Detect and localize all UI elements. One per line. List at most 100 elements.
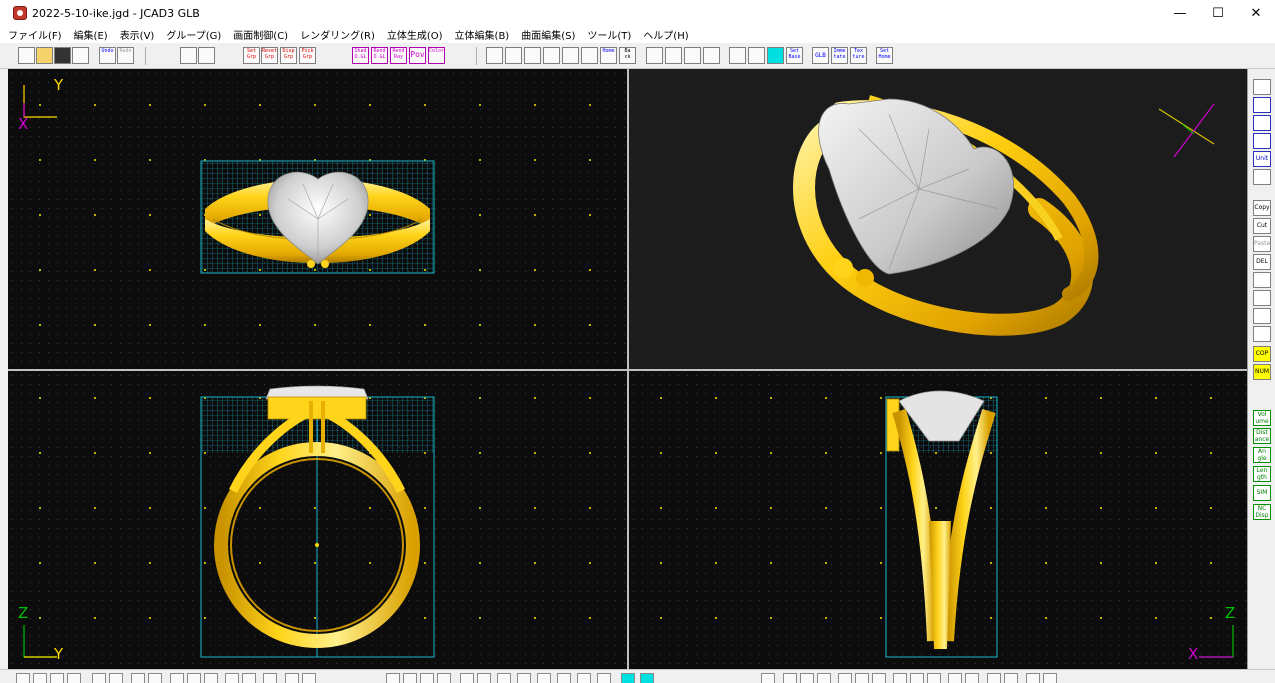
cut-button[interactable]: Cut [1253,218,1271,234]
tool-icon[interactable] [1026,673,1040,683]
tool-icon[interactable] [285,673,299,683]
immediate-button[interactable]: Imme tate [831,47,848,64]
menu-surface-edit[interactable]: 曲面編集(S) [521,27,575,42]
paint-icon[interactable] [1253,290,1271,306]
calendar-grid-icon[interactable] [1253,272,1271,288]
delete-button[interactable]: DEL [1253,254,1271,270]
zoom-out-icon[interactable] [505,47,522,64]
close-button[interactable]: ✕ [1237,0,1275,26]
rotate-3d-icon[interactable] [1253,133,1271,149]
tool-icon[interactable] [225,673,239,683]
nc-display-button[interactable]: NC Disp [1253,504,1271,520]
tool-icon[interactable] [187,673,201,683]
tool-icon[interactable] [838,673,852,683]
tool-icon-active[interactable] [640,673,654,683]
pov-button[interactable]: Pov [409,47,426,64]
tool-icon[interactable] [242,673,256,683]
viewport-perspective[interactable] [629,69,1247,369]
tool-icon[interactable] [386,673,400,683]
tool-icon[interactable] [67,673,81,683]
new-file-icon[interactable] [18,47,35,64]
tool-icon[interactable] [50,673,64,683]
tool-icon[interactable] [517,673,531,683]
tool-icon[interactable] [148,673,162,683]
tool-icon[interactable] [1004,673,1018,683]
tool-icon[interactable] [420,673,434,683]
sim-button[interactable]: SIM [1253,485,1271,501]
grid-active-icon[interactable] [767,47,784,64]
menu-tools[interactable]: ツール(T) [587,27,631,42]
set-group-button[interactable]: Set Grp [243,47,260,64]
zoom-in-icon[interactable] [486,47,503,64]
unit-button[interactable]: Unit [1253,151,1271,167]
tool-icon[interactable] [302,673,316,683]
menu-rendering[interactable]: レンダリング(R) [300,27,375,42]
render-sphere-icon[interactable] [1253,79,1271,95]
length-button[interactable]: Len gth [1253,466,1271,482]
back-view-button[interactable]: Ba ck [619,47,636,64]
tool-icon[interactable] [872,673,886,683]
tool-icon[interactable] [497,673,511,683]
tool-icon[interactable] [761,673,775,683]
tool-icon[interactable] [204,673,218,683]
tool-icon[interactable] [460,673,474,683]
menu-group[interactable]: グループ(G) [166,27,221,42]
tool-icon[interactable] [131,673,145,683]
undo-button[interactable]: Undo [99,47,116,64]
menu-edit[interactable]: 編集(E) [74,27,108,42]
layer-grid-icon[interactable] [180,47,197,64]
volume-button[interactable]: Vol ume [1253,410,1271,426]
pan-hand-icon[interactable] [581,47,598,64]
tool-icon[interactable] [170,673,184,683]
cop-button[interactable]: COP [1253,346,1271,362]
tool-icon[interactable] [948,673,962,683]
home-view-button[interactable]: Home [600,47,617,64]
menu-solid-create[interactable]: 立体生成(O) [387,27,443,42]
tool-icon[interactable] [437,673,451,683]
print-icon[interactable] [72,47,89,64]
set-base-button[interactable]: Set Base [786,47,803,64]
tool-icon[interactable] [597,673,611,683]
tool-icon[interactable] [893,673,907,683]
set-home-button[interactable]: Set Home [876,47,893,64]
texture-button[interactable]: Tex ture [850,47,867,64]
copy-button[interactable]: Copy [1253,200,1271,216]
tool-icon[interactable] [16,673,30,683]
tool-icon[interactable] [927,673,941,683]
tool-icon[interactable] [910,673,924,683]
tool-icon[interactable] [92,673,106,683]
rotate-view-icon[interactable] [1253,115,1271,131]
zoom-minus-red-icon[interactable] [665,47,682,64]
minimize-button[interactable]: — [1161,0,1199,26]
paste-button[interactable]: Paste [1253,236,1271,252]
display-group-button[interactable]: Disp Grp [280,47,297,64]
tool-icon[interactable] [965,673,979,683]
reset-group-button[interactable]: Reset Grp [261,47,278,64]
menu-help[interactable]: ヘルプ(H) [643,27,688,42]
menu-screen-control[interactable]: 画面制御(C) [233,27,288,42]
tool-icon-active[interactable] [621,673,635,683]
viewport-top[interactable]: Y X [8,69,627,369]
tool-icon[interactable] [855,673,869,683]
tool-icon[interactable] [577,673,591,683]
tool-icon[interactable] [109,673,123,683]
tool-icon[interactable] [783,673,797,683]
tree-icon[interactable] [1253,308,1271,324]
viewport-front[interactable]: Z Y [8,371,627,669]
open-folder-icon[interactable] [36,47,53,64]
keyboard-icon[interactable] [1253,326,1271,342]
menu-view[interactable]: 表示(V) [120,27,155,42]
grid-dots-icon[interactable] [729,47,746,64]
save-icon[interactable] [54,47,71,64]
tool-icon[interactable] [537,673,551,683]
frame-icon[interactable] [703,47,720,64]
angle-button[interactable]: An gle [1253,447,1271,463]
zoom-all-icon[interactable] [562,47,579,64]
tool-icon[interactable] [557,673,571,683]
render-opengl-button[interactable]: Rend O.GL [371,47,388,64]
render-raytrace-button[interactable]: Rend Ray [390,47,407,64]
redo-button[interactable]: Redo [117,47,134,64]
viewport-side[interactable]: Z X [629,371,1247,669]
num-button[interactable]: NUM [1253,364,1271,380]
viewport-splitter-horizontal[interactable] [8,369,1247,371]
